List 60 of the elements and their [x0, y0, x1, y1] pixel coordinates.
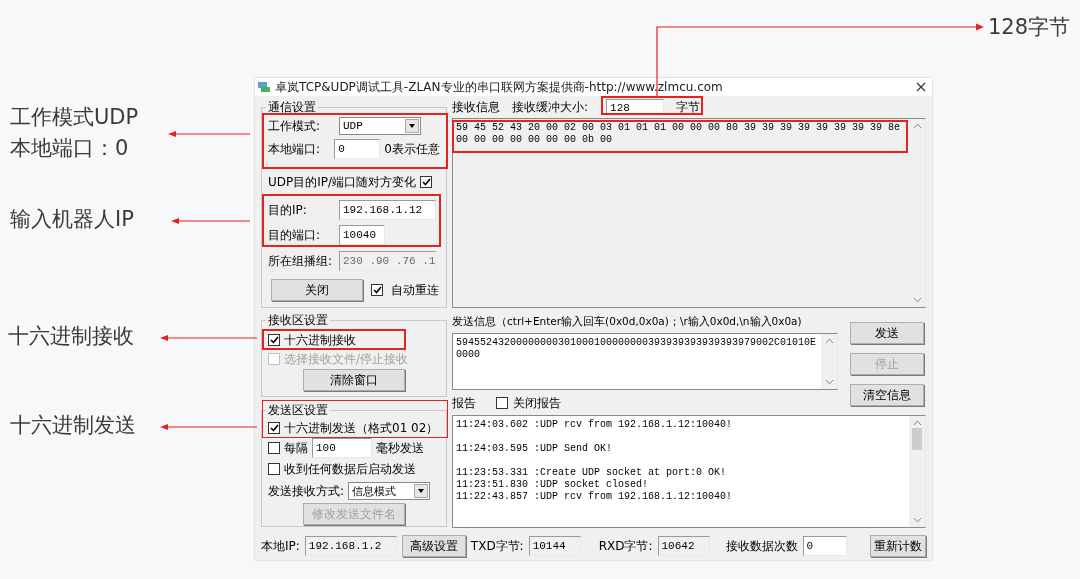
- clear-button[interactable]: 清除窗口: [303, 369, 405, 391]
- field-label: 本地IP:: [261, 539, 300, 553]
- group-title: 接收区设置: [266, 314, 330, 326]
- count-field: 10144: [528, 536, 581, 556]
- hex-line: 0000: [456, 349, 481, 361]
- interval-field[interactable]: 100: [312, 438, 372, 458]
- group-title: 通信设置: [266, 101, 318, 113]
- section-title: 发送信息（ctrl+Enter输入回车(0x0d,0x0a)；\r输入0x0d,\n输入0x0a): [452, 314, 803, 328]
- unit-label: 毫秒发送: [376, 441, 424, 455]
- action-button[interactable]: 发送: [850, 322, 924, 344]
- reset-button[interactable]: 重新计数: [870, 535, 926, 557]
- callout-text: 128字节: [988, 14, 1071, 40]
- group-title: 发送区设置: [266, 404, 330, 416]
- callout-text: 工作模式UDP: [10, 104, 139, 130]
- option-label: 每隔: [284, 441, 308, 455]
- field-label: 工作模式:: [268, 119, 322, 133]
- callout-text: 输入机器人IP: [10, 206, 134, 232]
- field-label: 接收数据次数: [725, 539, 798, 553]
- callout-text: 十六进制接收: [8, 323, 134, 349]
- port-field[interactable]: 10040: [339, 225, 385, 245]
- log-line: 11:24:03.595 :UDP Send OK!: [456, 443, 614, 455]
- advanced-button[interactable]: 高级设置: [401, 535, 466, 557]
- field-label: 目的端口:: [268, 228, 322, 242]
- option-label: 选择接收文件/停止接收: [284, 352, 409, 366]
- close-button[interactable]: 关闭: [271, 279, 363, 301]
- hint-text: 0表示任意: [384, 142, 440, 156]
- log-line: 11:23:51.830 :UDP socket closed!: [456, 479, 650, 491]
- field-label: RXD字节:: [598, 539, 653, 553]
- callout-text: 十六进制发送: [10, 412, 136, 438]
- hex-line: 00 00 00 00 00 00 00 0b 00: [456, 134, 614, 146]
- log-line: 11:24:03.602 :UDP rcv from 192.168.1.12:10040!: [456, 419, 734, 431]
- ip-field: 192.168.1.2: [304, 536, 397, 556]
- option-label: 收到任何数据后启动发送: [284, 462, 416, 476]
- field-label: 目的IP:: [268, 203, 308, 217]
- option-label: UDP目的IP/端口随对方变化: [268, 175, 417, 189]
- hex-line: 59455243200000000301000100000000393939393939393979002C01010E: [456, 337, 818, 349]
- mode-dropdown[interactable]: UDP: [339, 117, 421, 135]
- port-field[interactable]: 0: [334, 139, 381, 159]
- field-label: TXD字节:: [470, 539, 524, 553]
- field-label: 发送接收方式:: [268, 484, 345, 498]
- field-label: 本地端口:: [268, 142, 322, 156]
- option-label: 十六进制接收: [284, 333, 356, 347]
- ip-field[interactable]: 192.168.1.12: [339, 200, 436, 220]
- section-title: 接收信息: [452, 100, 500, 114]
- hex-line: 59 45 52 43 20 00 02 00 03 01 01 01 00 00 00 80 39 39 39 39 39 39 39 39 8e: [456, 122, 902, 134]
- unit-label: 字节: [676, 100, 701, 114]
- send-area[interactable]: 59455243200000000301000100000000393939393939393979002C01010E 0000: [452, 333, 838, 390]
- section-title: 报告: [452, 395, 476, 410]
- log-line: 11:23:53.331 :Create UDP socket at port:0 OK!: [456, 467, 728, 479]
- count-field: 0: [802, 536, 847, 556]
- field-label: 所在组播组:: [268, 254, 334, 268]
- option-label: 十六进制发送（格式01 02）: [284, 421, 439, 435]
- log-line: 11:22:43.857 :UDP rcv from 192.168.1.12:10040!: [456, 491, 734, 503]
- field-label: 接收缓冲大小:: [512, 100, 589, 114]
- action-button[interactable]: 清空信息: [850, 384, 924, 406]
- mode-dropdown[interactable]: 信息模式: [348, 482, 431, 500]
- callout-text: 本地端口：0: [10, 135, 129, 161]
- count-field: 10642: [657, 536, 710, 556]
- option-label: 自动重连: [391, 283, 439, 297]
- option-label: 关闭报告: [513, 395, 561, 410]
